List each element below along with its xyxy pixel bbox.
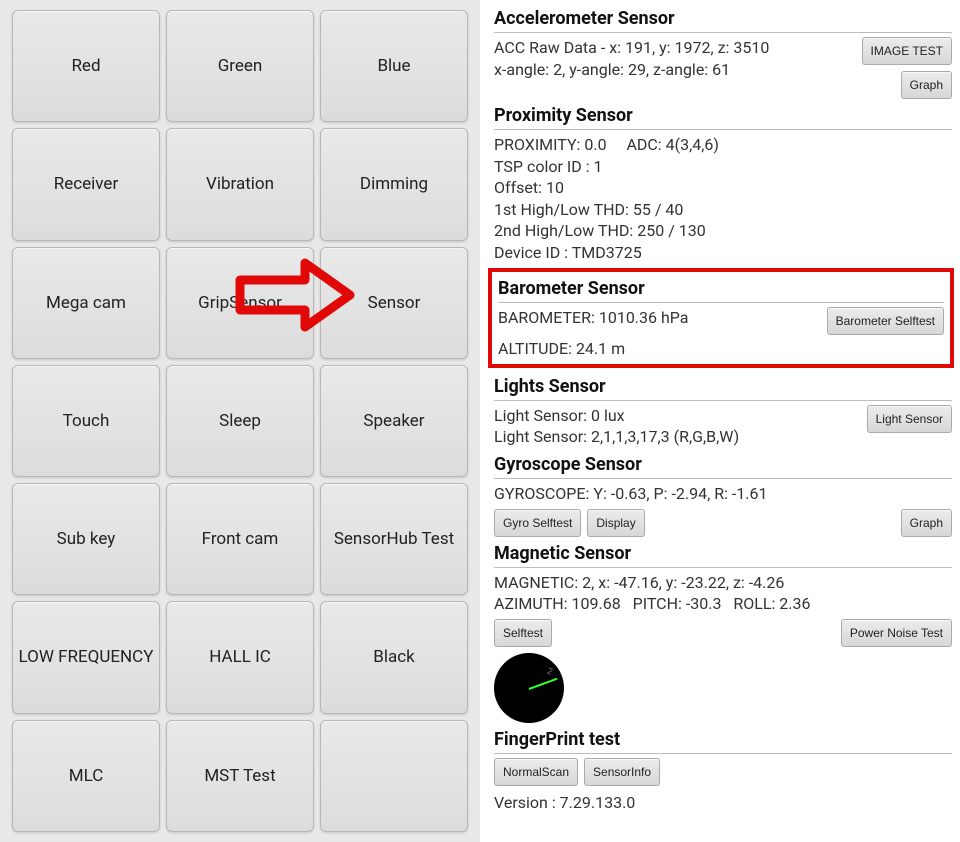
divider <box>494 129 952 130</box>
gyro-display-button[interactable]: Display <box>587 509 644 537</box>
accel-raw: ACC Raw Data - x: 191, y: 1972, z: 3510 <box>494 37 856 59</box>
sensorinfo-button[interactable]: SensorInfo <box>584 758 660 786</box>
grid-btn-black[interactable]: Black <box>320 601 468 713</box>
gyro-section: Gyroscope Sensor GYROSCOPE: Y: -0.63, P:… <box>494 452 952 537</box>
prox-device: Device ID : TMD3725 <box>494 242 952 264</box>
accel-section: Accelerometer Sensor ACC Raw Data - x: 1… <box>494 6 952 99</box>
sensor-details-panel[interactable]: Accelerometer Sensor ACC Raw Data - x: 1… <box>480 0 960 842</box>
divider <box>494 567 952 568</box>
grid-btn-hallic[interactable]: HALL IC <box>166 601 314 713</box>
grid-btn-touch[interactable]: Touch <box>12 365 160 477</box>
prox-offset: Offset: 10 <box>494 177 952 199</box>
btn-label: Dimming <box>360 174 428 194</box>
btn-label: Red <box>71 56 100 76</box>
finger-version: Version : 7.29.133.0 <box>494 792 952 814</box>
btn-label: Touch <box>63 411 110 431</box>
gyro-graph-button[interactable]: Graph <box>901 509 952 537</box>
btn-label: Receiver <box>54 174 118 194</box>
btn-label: Vibration <box>206 174 274 194</box>
light-lux: Light Sensor: 0 lux <box>494 405 861 427</box>
barometer-highlight: Barometer Sensor BAROMETER: 1010.36 hPa … <box>488 268 954 368</box>
test-grid-panel: Red Green Blue Receiver Vibration Dimmin… <box>0 0 480 842</box>
divider <box>494 478 952 479</box>
grid-btn-speaker[interactable]: Speaker <box>320 365 468 477</box>
divider <box>498 302 944 303</box>
btn-label: HALL IC <box>209 647 271 667</box>
prox-thd2: 2nd High/Low THD: 250 / 130 <box>494 220 952 242</box>
grid-btn-blue[interactable]: Blue <box>320 10 468 122</box>
prox-body: PROXIMITY: 0.0 ADC: 4(3,4,6) TSP color I… <box>494 134 952 264</box>
baro-body: BAROMETER: 1010.36 hPa ALTITUDE: 24.1 m <box>498 307 821 360</box>
prox-value: PROXIMITY: 0.0 ADC: 4(3,4,6) <box>494 134 952 156</box>
grid-btn-red[interactable]: Red <box>12 10 160 122</box>
finger-section: FingerPrint test NormalScan SensorInfo V… <box>494 727 952 814</box>
normalscan-button[interactable]: NormalScan <box>494 758 578 786</box>
grid-btn-frontcam[interactable]: Front cam <box>166 483 314 595</box>
baro-title: Barometer Sensor <box>498 276 944 300</box>
mag-selftest-button[interactable]: Selftest <box>494 619 552 647</box>
compass-icon: 2 <box>494 653 564 723</box>
btn-label: Sensor <box>368 293 421 313</box>
accel-body: ACC Raw Data - x: 191, y: 1972, z: 3510 … <box>494 37 856 80</box>
mag-value: MAGNETIC: 2, x: -47.16, y: -23.22, z: -4… <box>494 572 952 594</box>
light-title: Lights Sensor <box>494 374 952 398</box>
accel-graph-button[interactable]: Graph <box>901 71 952 99</box>
gyro-title: Gyroscope Sensor <box>494 452 952 476</box>
divider <box>494 400 952 401</box>
btn-label: LOW FREQUENCY <box>19 647 154 667</box>
btn-label: Blue <box>377 56 410 76</box>
btn-label: MLC <box>69 766 104 786</box>
btn-label: GripSensor <box>198 293 282 313</box>
mag-section: Magnetic Sensor MAGNETIC: 2, x: -47.16, … <box>494 541 952 723</box>
light-rgbw: Light Sensor: 2,1,1,3,17,3 (R,G,B,W) <box>494 426 861 448</box>
prox-title: Proximity Sensor <box>494 103 952 127</box>
divider <box>494 753 952 754</box>
light-sensor-button[interactable]: Light Sensor <box>867 405 952 433</box>
image-test-button[interactable]: IMAGE TEST <box>862 37 952 65</box>
btn-label: Sub key <box>57 529 116 549</box>
grid-btn-lowfreq[interactable]: LOW FREQUENCY <box>12 601 160 713</box>
grid-btn-empty[interactable] <box>320 720 468 832</box>
grid-btn-dimming[interactable]: Dimming <box>320 128 468 240</box>
light-body: Light Sensor: 0 lux Light Sensor: 2,1,1,… <box>494 405 861 448</box>
baro-value: BAROMETER: 1010.36 hPa <box>498 307 821 329</box>
btn-label: SensorHub Test <box>334 529 454 549</box>
compass-needle-icon <box>529 678 558 690</box>
power-noise-test-button[interactable]: Power Noise Test <box>841 619 952 647</box>
barometer-selftest-button[interactable]: Barometer Selftest <box>827 307 944 335</box>
btn-label: Black <box>373 647 415 667</box>
btn-label: Mega cam <box>46 293 126 313</box>
grid-btn-sensor[interactable]: Sensor <box>320 247 468 359</box>
mag-azimuth: AZIMUTH: 109.68 PITCH: -30.3 ROLL: 2.36 <box>494 593 952 615</box>
divider <box>494 32 952 33</box>
grid-btn-megacam[interactable]: Mega cam <box>12 247 160 359</box>
gyro-value: GYROSCOPE: Y: -0.63, P: -2.94, R: -1.61 <box>494 483 952 505</box>
btn-label: Speaker <box>363 411 424 431</box>
accel-angle: x-angle: 2, y-angle: 29, z-angle: 61 <box>494 59 856 81</box>
prox-tsp: TSP color ID : 1 <box>494 156 952 178</box>
mag-title: Magnetic Sensor <box>494 541 952 565</box>
compass-reading: 2 <box>545 666 554 677</box>
grid-btn-subkey[interactable]: Sub key <box>12 483 160 595</box>
grid-btn-mlc[interactable]: MLC <box>12 720 160 832</box>
prox-section: Proximity Sensor PROXIMITY: 0.0 ADC: 4(3… <box>494 103 952 264</box>
btn-label: Green <box>218 56 263 76</box>
grid-btn-sleep[interactable]: Sleep <box>166 365 314 477</box>
btn-label: Front cam <box>202 529 279 549</box>
light-section: Lights Sensor Light Sensor: 0 lux Light … <box>494 374 952 448</box>
prox-thd1: 1st High/Low THD: 55 / 40 <box>494 199 952 221</box>
gyro-selftest-button[interactable]: Gyro Selftest <box>494 509 581 537</box>
grid-btn-green[interactable]: Green <box>166 10 314 122</box>
btn-label: Sleep <box>219 411 261 431</box>
grid-btn-sensorhub[interactable]: SensorHub Test <box>320 483 468 595</box>
grid-btn-vibration[interactable]: Vibration <box>166 128 314 240</box>
baro-altitude: ALTITUDE: 24.1 m <box>498 338 821 360</box>
finger-title: FingerPrint test <box>494 727 952 751</box>
accel-title: Accelerometer Sensor <box>494 6 952 30</box>
grid-btn-receiver[interactable]: Receiver <box>12 128 160 240</box>
mag-body: MAGNETIC: 2, x: -47.16, y: -23.22, z: -4… <box>494 572 952 615</box>
btn-label: MST Test <box>204 766 275 786</box>
grid-btn-msttest[interactable]: MST Test <box>166 720 314 832</box>
grid-btn-gripsensor[interactable]: GripSensor <box>166 247 314 359</box>
